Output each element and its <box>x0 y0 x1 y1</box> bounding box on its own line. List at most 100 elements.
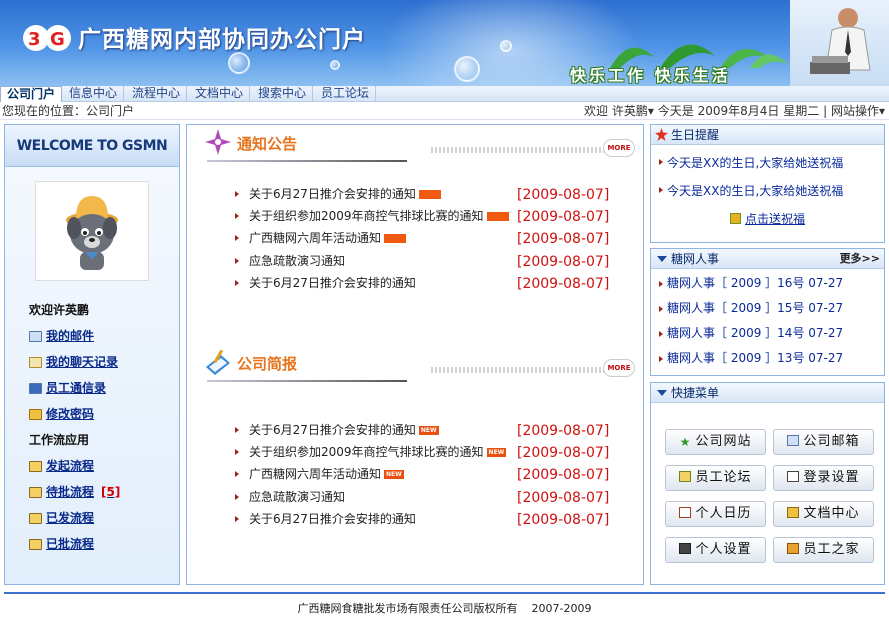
main-nav: 公司门户 信息中心 流程中心 文档中心 搜索中心 员工论坛 <box>0 86 889 102</box>
svg-text:G: G <box>50 29 65 50</box>
user-name: 许英鹏 <box>611 104 648 118</box>
change-password-link[interactable]: 修改密码 <box>29 401 179 427</box>
birthday-item[interactable]: 今天是XX的生日,大家给她送祝福 <box>651 177 884 205</box>
divider: | <box>823 104 828 118</box>
site-ops-menu[interactable]: 网站操作▾ <box>831 104 885 118</box>
sent-workflow-link[interactable]: 已发流程 <box>29 505 179 531</box>
tab-employee-forum[interactable]: 员工论坛 <box>315 86 377 102</box>
avatar <box>35 181 149 281</box>
login-settings-button[interactable]: 登录设置 <box>773 465 874 491</box>
user-menu[interactable]: 许英鹏▾ <box>612 104 654 118</box>
personal-calendar-button[interactable]: 个人日历 <box>665 501 766 527</box>
link-label: 待批流程 <box>46 485 95 499</box>
hr-item[interactable]: 糖网人事［ 2009 ］13号 07-27 <box>651 346 884 371</box>
settings-icon <box>679 543 692 554</box>
employee-forum-button[interactable]: 员工论坛 <box>665 465 766 491</box>
list-item[interactable]: 应急疏散演习通知 [2009-08-07] <box>235 250 635 272</box>
left-panel: WELCOME TO GSMN 欢迎许英鹏 我的邮件 我的聊天记录 员工通信录 … <box>4 124 180 585</box>
item-title: 关于6月27日推介会安排的通知 <box>249 187 416 201</box>
list-item[interactable]: 应急疏散演习通知 [2009-08-07] <box>235 486 635 508</box>
birthday-text: 今天是XX的生日,大家给她送祝福 <box>667 184 844 198</box>
item-title: 关于组织参加2009年商控气排球比赛的通知 <box>249 209 484 224</box>
company-mail-button[interactable]: 公司邮箱 <box>773 429 874 455</box>
hr-title: 糖网人事 <box>671 252 720 266</box>
welcome-user: 欢迎许英鹏 <box>29 303 90 317</box>
notices-title: 通知公告 <box>237 135 298 153</box>
hr-text: 糖网人事［ 2009 ］16号 07-27 <box>667 276 844 290</box>
bubble-decoration <box>330 60 340 70</box>
copyright-years: 2007-2009 <box>531 602 592 615</box>
tab-search-center[interactable]: 搜索中心 <box>252 86 314 102</box>
hr-item[interactable]: 糖网人事［ 2009 ］15号 07-27 <box>651 296 884 321</box>
brief-more-button[interactable]: MORE <box>603 359 635 377</box>
item-date: [2009-08-07] <box>517 253 610 270</box>
chat-history-link[interactable]: 我的聊天记录 <box>29 349 179 375</box>
hot-flag-icon <box>418 190 441 199</box>
portal-title: 广西糖网内部协同办公门户 <box>78 27 366 53</box>
person-photo <box>790 0 889 86</box>
greeting: 欢迎 <box>584 104 609 118</box>
tab-process-center[interactable]: 流程中心 <box>126 86 188 102</box>
item-date: [2009-08-07] <box>517 423 610 439</box>
list-item[interactable]: 广西糖网六周年活动通知 [2009-08-07] <box>235 227 635 249</box>
quick-menu-header: 快捷菜单 <box>651 383 884 403</box>
hr-more-link[interactable]: 更多>> <box>840 249 880 269</box>
forum-icon <box>679 471 692 482</box>
hr-panel: 糖网人事 更多>> 糖网人事［ 2009 ］16号 07-27 糖网人事［ 20… <box>650 248 885 376</box>
hr-item[interactable]: 糖网人事［ 2009 ］14号 07-27 <box>651 321 884 346</box>
divider <box>431 147 611 153</box>
list-item[interactable]: 关于组织参加2009年商控气排球比赛的通知 NEW [2009-08-07] <box>235 441 635 463</box>
item-date: [2009-08-07] <box>517 467 610 484</box>
company-site-button[interactable]: ★ 公司网站 <box>665 429 766 455</box>
personal-settings-button[interactable]: 个人设置 <box>665 537 766 563</box>
employee-home-button[interactable]: 员工之家 <box>773 537 874 563</box>
link-label: 我的邮件 <box>46 329 95 343</box>
contacts-link[interactable]: 员工通信录 <box>29 375 179 401</box>
bullet-icon <box>659 187 663 193</box>
footer-divider <box>4 592 885 594</box>
tab-portal[interactable]: 公司门户 <box>0 86 63 102</box>
key-icon <box>29 408 42 420</box>
workflow-icon <box>29 512 42 524</box>
item-title: 关于6月27日推介会安排的通知 <box>249 423 416 437</box>
button-label: 个人设置 <box>695 542 752 557</box>
notices-header: 通知公告 MORE <box>203 127 635 167</box>
header-banner: 3 G 广西糖网内部协同办公门户 快乐工作 快乐生活 <box>0 0 889 86</box>
list-item[interactable]: 关于组织参加2009年商控气排球比赛的通知 [2009-08-07] <box>235 205 635 227</box>
birthday-item[interactable]: 今天是XX的生日,大家给她送祝福 <box>651 149 884 177</box>
my-mail-link[interactable]: 我的邮件 <box>29 323 179 349</box>
list-item[interactable]: 关于6月27日推介会安排的通知 [2009-08-07] <box>235 183 635 205</box>
home-icon <box>787 543 800 554</box>
tab-info-center[interactable]: 信息中心 <box>63 86 125 102</box>
workflow-icon <box>29 538 42 550</box>
list-item[interactable]: 关于6月27日推介会安排的通知 [2009-08-07] <box>235 508 635 530</box>
tab-doc-center[interactable]: 文档中心 <box>189 86 251 102</box>
mail-icon <box>787 435 800 446</box>
bullet-icon <box>235 235 239 242</box>
approved-workflow-link[interactable]: 已批流程 <box>29 531 179 557</box>
notices-more-button[interactable]: MORE <box>603 139 635 157</box>
bubble-decoration <box>228 52 250 74</box>
send-wishes-link[interactable]: 点击送祝福 <box>651 205 884 233</box>
bullet-icon <box>659 356 663 362</box>
item-date: [2009-08-07] <box>517 187 610 203</box>
bullet-icon <box>235 279 239 286</box>
hr-item[interactable]: 糖网人事［ 2009 ］16号 07-27 <box>651 271 884 296</box>
hr-text: 糖网人事［ 2009 ］14号 07-27 <box>667 326 844 340</box>
list-item[interactable]: 广西糖网六周年活动通知 NEW [2009-08-07] <box>235 463 635 485</box>
link-label: 发起流程 <box>46 459 95 473</box>
start-workflow-link[interactable]: 发起流程 <box>29 453 179 479</box>
hr-header: 糖网人事 更多>> <box>651 249 884 269</box>
list-item[interactable]: 关于6月27日推介会安排的通知 [2009-08-07] <box>235 272 635 294</box>
location-bar: 您现在的位置：公司门户 欢迎 许英鹏▾ 今天是 2009年8月4日 星期二 | … <box>0 102 889 120</box>
copyright: 广西糖网食糖批发市场有限责任公司版权所有 <box>297 602 518 615</box>
pending-workflow-link[interactable]: 待批流程 [5] <box>29 479 179 505</box>
document-center-button[interactable]: 文档中心 <box>773 501 874 527</box>
workflow-icon <box>29 460 42 472</box>
workflow-heading: 工作流应用 <box>29 433 90 447</box>
list-item[interactable]: 关于6月27日推介会安排的通知 NEW [2009-08-07] <box>235 419 635 441</box>
notice-icon <box>205 129 231 155</box>
chevron-down-icon: ▾ <box>878 104 885 118</box>
bullet-icon <box>235 471 239 478</box>
welcome-heading: WELCOME TO GSMN <box>5 125 179 167</box>
